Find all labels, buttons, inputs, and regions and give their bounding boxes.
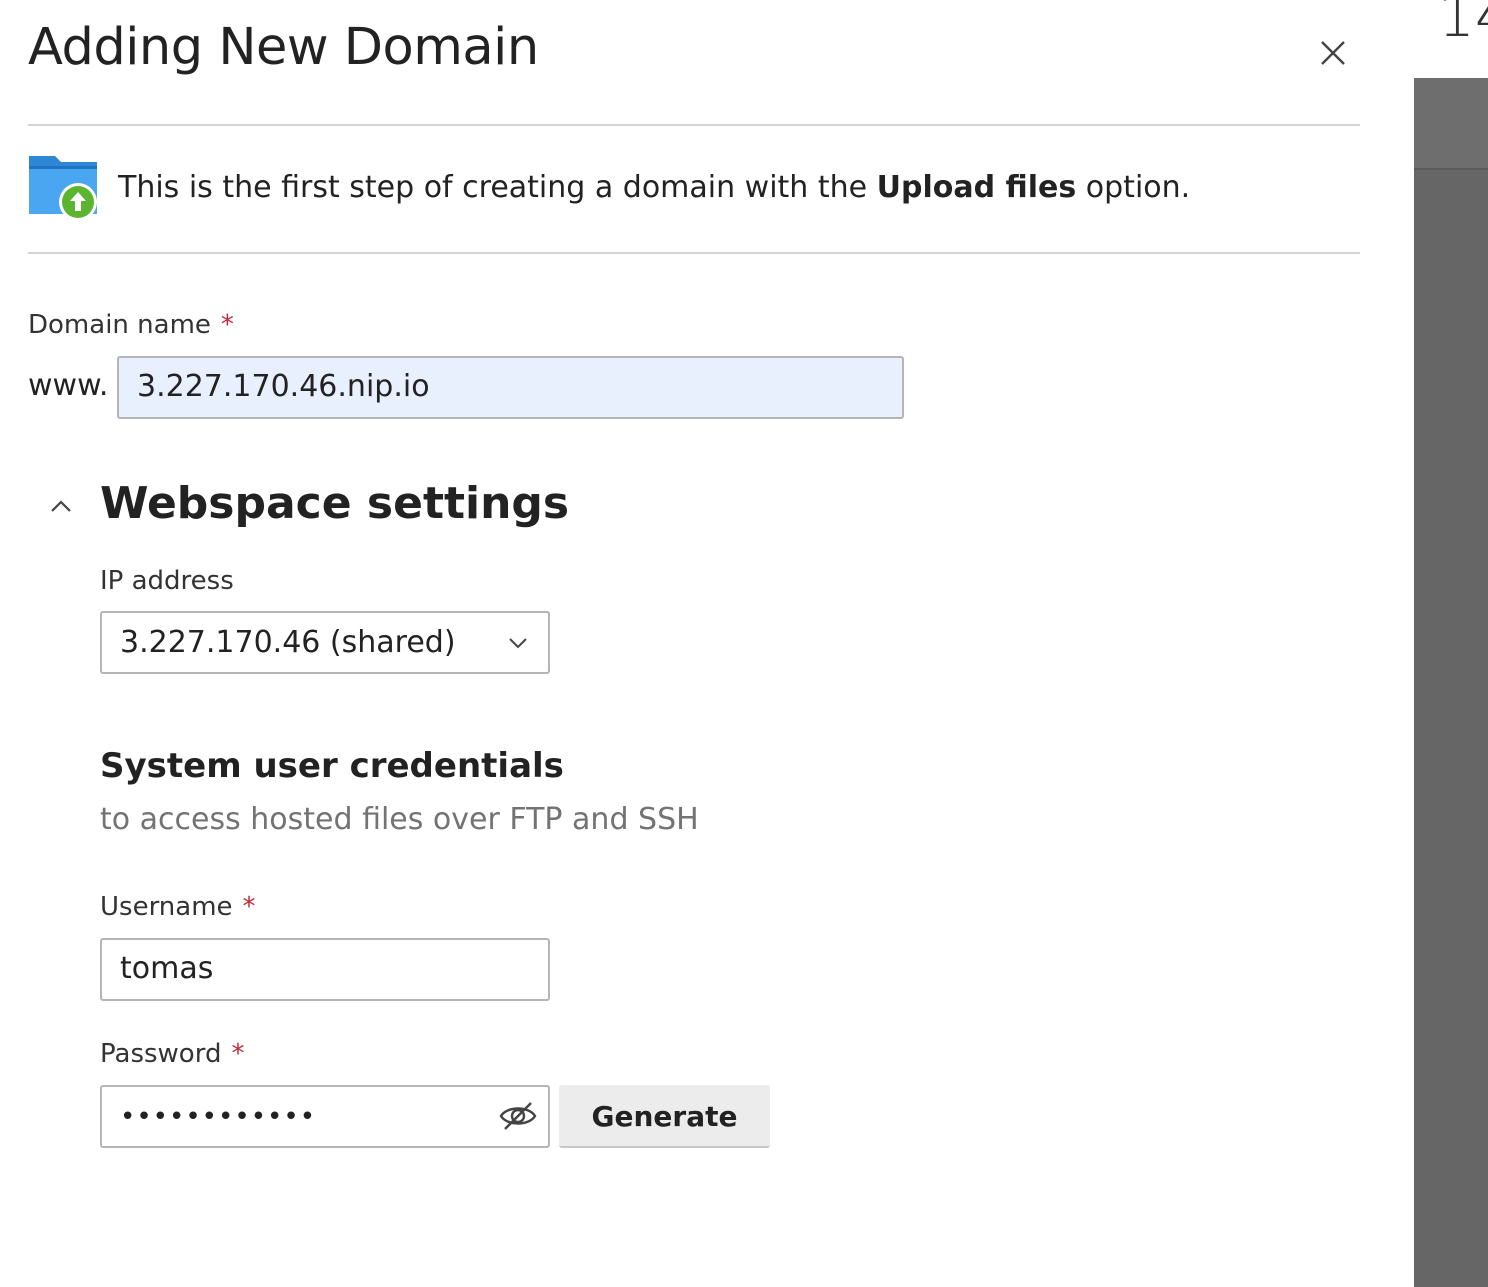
- chevron-up-icon[interactable]: [48, 494, 74, 520]
- intro-text-after: option.: [1076, 170, 1191, 205]
- add-domain-drawer: Adding New Domain This is the first step…: [0, 0, 1414, 1287]
- required-marker: *: [231, 1039, 245, 1069]
- folder-upload-icon: [28, 152, 100, 224]
- ip-address-select[interactable]: 3.227.170.46 (shared): [100, 611, 550, 674]
- generate-button[interactable]: Generate: [559, 1085, 770, 1148]
- domain-prefix: www.: [28, 368, 109, 403]
- intro-text-before: This is the first step of creating a dom…: [118, 170, 877, 205]
- domain-name-label: Domain name *: [28, 310, 234, 340]
- username-label-text: Username: [100, 892, 233, 922]
- page-backdrop: [1414, 0, 1488, 1287]
- credentials-heading: System user credentials: [100, 746, 564, 786]
- credentials-hint: to access hosted files over FTP and SSH: [100, 802, 699, 837]
- intro-text: This is the first step of creating a dom…: [118, 170, 1190, 205]
- intro-divider: [28, 252, 1360, 254]
- password-label: Password *: [100, 1039, 244, 1069]
- ip-address-selected: 3.227.170.46 (shared): [120, 625, 456, 660]
- required-marker: *: [220, 310, 234, 340]
- webspace-settings-title[interactable]: Webspace settings: [100, 478, 569, 529]
- ip-address-label: IP address: [100, 566, 234, 596]
- page-backdrop-text: 14: [1438, 0, 1488, 50]
- required-marker: *: [242, 892, 256, 922]
- header-divider: [28, 124, 1360, 126]
- domain-name-label-text: Domain name: [28, 310, 211, 340]
- close-icon[interactable]: [1318, 38, 1348, 68]
- username-label: Username *: [100, 892, 256, 922]
- password-value: ••••••••••••: [120, 1102, 317, 1132]
- chevron-down-icon: [508, 635, 528, 649]
- password-input[interactable]: ••••••••••••: [100, 1085, 550, 1148]
- dialog-title: Adding New Domain: [28, 18, 539, 77]
- domain-name-input[interactable]: 3.227.170.46.nip.io: [117, 356, 904, 419]
- eye-off-icon[interactable]: [498, 1098, 538, 1134]
- intro-text-bold: Upload files: [876, 170, 1077, 205]
- password-label-text: Password: [100, 1039, 222, 1069]
- page-backdrop-band: [1414, 78, 1488, 170]
- username-input[interactable]: tomas: [100, 938, 550, 1001]
